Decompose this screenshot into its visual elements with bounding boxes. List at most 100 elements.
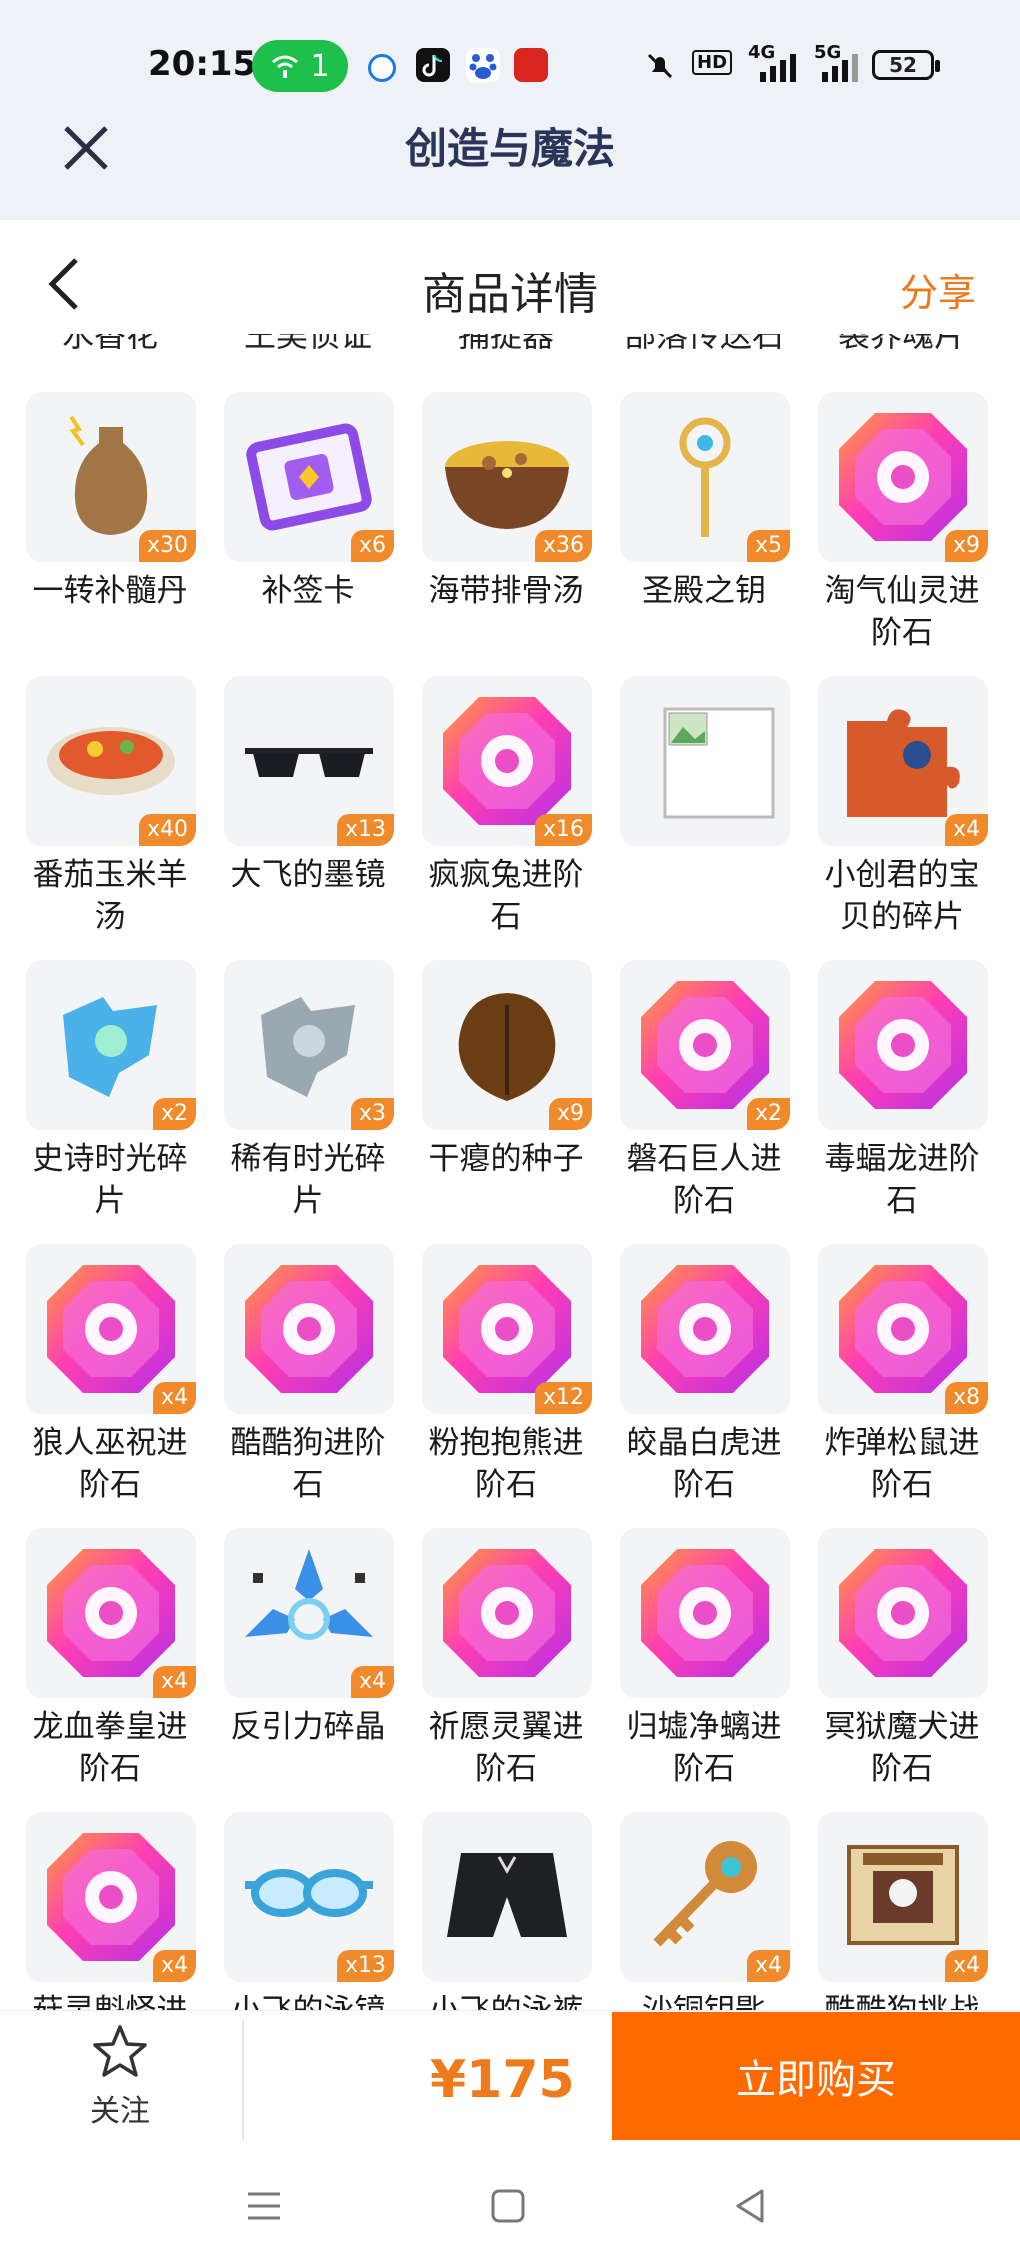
menu-icon[interactable] xyxy=(244,2186,284,2226)
item-name: 淘气仙灵进阶石 xyxy=(824,573,980,651)
app-title: 创造与魔法 xyxy=(404,124,615,173)
quantity-badge: x13 xyxy=(336,1950,394,1982)
quantity-badge: x40 xyxy=(138,814,196,846)
cut-name-3: 捕捉器 xyxy=(457,334,554,354)
item-thumbnail: x4 xyxy=(818,1812,988,1982)
item-thumbnail xyxy=(818,960,988,1130)
item-thumbnail: x16 xyxy=(422,676,592,846)
follow-button[interactable]: 关注 xyxy=(60,2020,180,2140)
item-name: 小创君的宝贝的碎片 xyxy=(824,857,980,935)
price-label: ¥175 xyxy=(430,2050,575,2110)
hd-badge: HD xyxy=(692,50,733,75)
quantity-badge: x36 xyxy=(534,530,592,562)
quantity-badge: x30 xyxy=(138,530,196,562)
hotspot-pill[interactable]: 1 xyxy=(252,40,348,92)
wifi-icon xyxy=(272,55,299,78)
item-thumbnail xyxy=(224,1244,394,1414)
item-name: 狼人巫祝进阶石 xyxy=(32,1425,188,1503)
page-title: 商品详情 xyxy=(422,269,598,320)
item-name: 龙血拳皇进阶石 xyxy=(32,1709,188,1787)
item-name: 沙铜钥匙 xyxy=(614,1990,794,2010)
item-name: 补签卡 xyxy=(261,573,355,609)
battery-indicator: 52 xyxy=(872,50,940,80)
item-name: 炸弹松鼠进阶石 xyxy=(824,1425,980,1503)
item-name: 酷酷狗挑战 xyxy=(812,1990,992,2010)
item-thumbnail: x12 xyxy=(422,1244,592,1414)
quantity-badge: x4 xyxy=(152,1950,196,1982)
item-name: 稀有时光碎片 xyxy=(230,1141,386,1219)
quantity-badge: x4 xyxy=(944,1950,988,1982)
item-thumbnail: x8 xyxy=(818,1244,988,1414)
item-name: 大飞的墨镜 xyxy=(230,857,386,893)
item-thumbnail: x4 xyxy=(818,676,988,846)
item-name: 圣殿之钥 xyxy=(642,573,766,609)
quantity-badge: x4 xyxy=(350,1666,394,1698)
signal-icon-2 xyxy=(822,54,858,82)
item-grid: 水香花 王吴侦证 捕捉器 部落传送石 裂界魂片 x30 一转补髓丹 x6 补签卡 x36… xyxy=(0,334,1020,2010)
item-thumbnail: x6 xyxy=(224,392,394,562)
item-thumbnail: x4 xyxy=(26,1812,196,1982)
cut-name-2: 王吴侦证 xyxy=(243,334,372,354)
quantity-badge: x4 xyxy=(152,1666,196,1698)
item-name: 干瘪的种子 xyxy=(428,1141,584,1177)
quantity-badge: x2 xyxy=(746,1098,790,1130)
quantity-badge: x4 xyxy=(746,1950,790,1982)
star-icon xyxy=(93,2025,147,2077)
quantity-badge: x6 xyxy=(350,530,394,562)
baidu-icon xyxy=(466,48,500,82)
item-name: 冥狱魔犬进阶石 xyxy=(824,1709,980,1787)
item-thumbnail: x2 xyxy=(620,960,790,1130)
back-nav-icon[interactable] xyxy=(730,2186,770,2226)
buy-now-button[interactable]: 立即购买 xyxy=(612,2012,1020,2140)
quantity-badge: x12 xyxy=(534,1382,592,1414)
quantity-badge: x8 xyxy=(944,1382,988,1414)
follow-label: 关注 xyxy=(90,2094,150,2129)
item-name: 小飞的泳裤 xyxy=(416,1990,596,2010)
item-name: 小飞的泳镜 xyxy=(218,1990,398,2010)
item-thumbnail: x2 xyxy=(26,960,196,1130)
item-name: 酷酷狗进阶石 xyxy=(230,1425,386,1503)
cut-name-4: 部落传送石 xyxy=(623,334,784,354)
quantity-badge: x16 xyxy=(534,814,592,846)
item-name: 祈愿灵翼进阶石 xyxy=(428,1709,584,1787)
item-thumbnail xyxy=(422,1528,592,1698)
cut-off-row: 水香花 王吴侦证 捕捉器 部落传送石 裂界魂片 xyxy=(0,334,1020,360)
item-name: 归墟净螭进阶石 xyxy=(626,1709,782,1787)
item-name: 毒蝠龙进阶石 xyxy=(824,1141,980,1219)
quantity-badge: x5 xyxy=(746,530,790,562)
item-thumbnail xyxy=(818,1528,988,1698)
item-name: 反引力碎晶 xyxy=(230,1709,386,1745)
item-thumbnail: x36 xyxy=(422,392,592,562)
mute-bell-icon xyxy=(647,53,673,79)
quantity-badge: x9 xyxy=(944,530,988,562)
item-thumbnail xyxy=(620,1528,790,1698)
item-thumbnail xyxy=(422,1812,592,1982)
item-thumbnail: x4 xyxy=(620,1812,790,1982)
item-thumbnail: x13 xyxy=(224,1812,394,1982)
item-name: 番茄玉米羊汤 xyxy=(32,857,188,935)
item-thumbnail: x9 xyxy=(422,960,592,1130)
browser-app-icon xyxy=(368,54,396,82)
cut-name-5: 裂界魂片 xyxy=(837,334,966,354)
item-thumbnail xyxy=(620,676,790,846)
quantity-badge: x3 xyxy=(350,1098,394,1130)
item-name: 史诗时光碎片 xyxy=(32,1141,188,1219)
item-name: 海带排骨汤 xyxy=(428,573,584,609)
battery-level: 52 xyxy=(889,53,917,77)
item-name: 疯疯兔进阶石 xyxy=(428,857,584,935)
quantity-badge: x2 xyxy=(152,1098,196,1130)
item-thumbnail: x4 xyxy=(224,1528,394,1698)
item-thumbnail: x5 xyxy=(620,392,790,562)
quantity-badge: x13 xyxy=(336,814,394,846)
status-bar: 20:15 1 HD 4G 5G 52 xyxy=(0,0,1020,120)
bar-divider xyxy=(242,2020,244,2140)
item-name: 菇灵魁怪进 xyxy=(20,1990,200,2010)
item-thumbnail: x4 xyxy=(26,1244,196,1414)
tiktok-icon xyxy=(416,48,450,82)
item-thumbnail: x30 xyxy=(26,392,196,562)
item-thumbnail: x40 xyxy=(26,676,196,846)
home-icon[interactable] xyxy=(488,2186,528,2226)
quantity-badge: x9 xyxy=(548,1098,592,1130)
share-button[interactable]: 分享 xyxy=(900,262,976,317)
item-thumbnail xyxy=(620,1244,790,1414)
